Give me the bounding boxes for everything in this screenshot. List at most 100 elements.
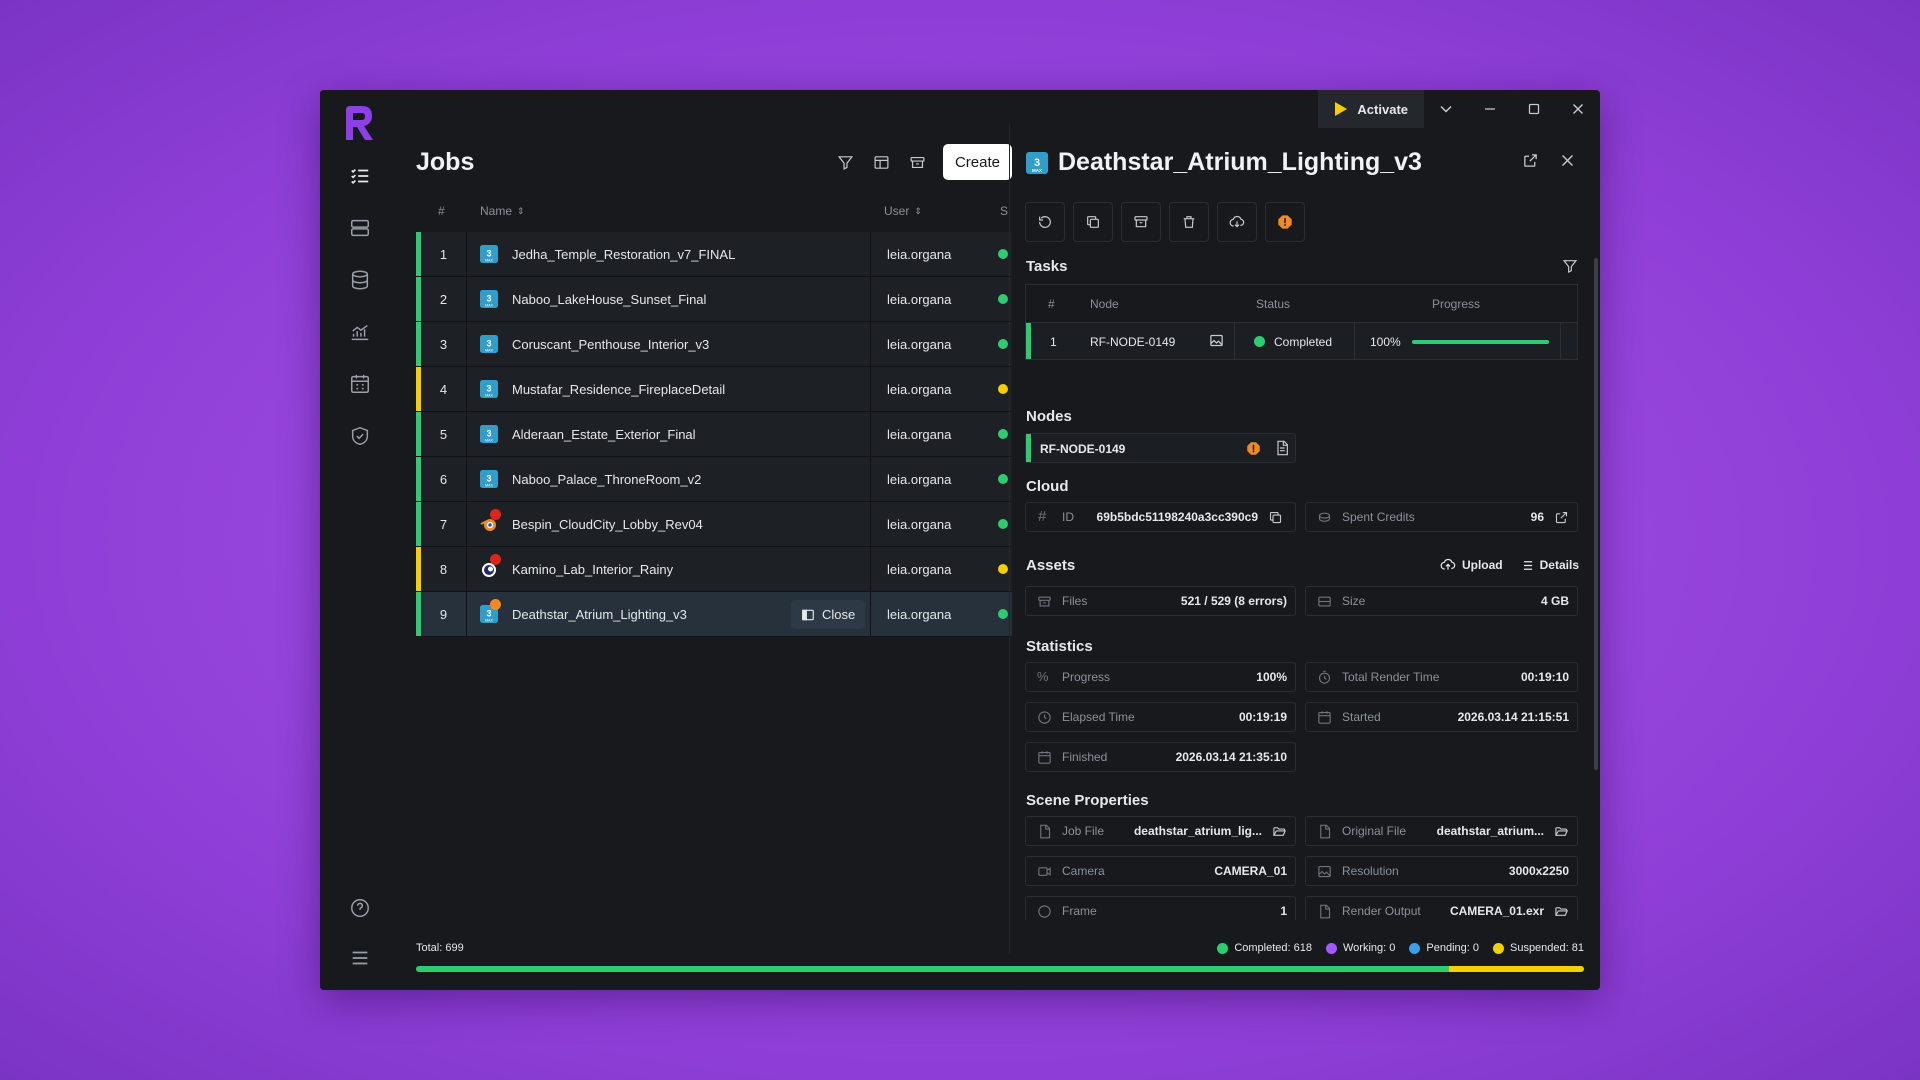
resolution-key: Resolution xyxy=(1342,864,1399,878)
row-user: leia.organa xyxy=(870,502,1012,546)
list-icon xyxy=(1520,560,1532,570)
help-icon[interactable] xyxy=(348,896,372,920)
camera-value: CAMERA_01 xyxy=(1214,864,1287,878)
jobs-icon[interactable] xyxy=(348,164,372,188)
cloud-download-icon[interactable] xyxy=(1217,202,1257,242)
resolution-value: 3000x2250 xyxy=(1508,864,1569,878)
chevron-down-icon[interactable] xyxy=(1424,90,1468,128)
menu-icon[interactable] xyxy=(348,946,372,970)
row-number: 9 xyxy=(421,592,467,636)
size-field: Size 4 GB xyxy=(1305,586,1578,616)
duplicate-icon[interactable] xyxy=(1073,202,1113,242)
maximize-button[interactable] xyxy=(1512,90,1556,128)
restart-icon[interactable] xyxy=(1025,202,1065,242)
3ds-max-icon: 3MAX xyxy=(480,599,501,623)
tasks-col-status: Status xyxy=(1256,297,1291,311)
row-user: leia.organa xyxy=(870,457,1012,501)
calendar-icon[interactable] xyxy=(348,372,372,396)
warning-icon[interactable] xyxy=(1265,202,1305,242)
camera-key: Camera xyxy=(1062,864,1105,878)
node-chip[interactable]: RF-NODE-0149 xyxy=(1025,433,1296,463)
log-file-icon[interactable] xyxy=(1274,440,1290,456)
finished-key: Finished xyxy=(1062,750,1108,764)
close-button[interactable]: Close xyxy=(791,600,866,629)
create-button[interactable]: Create xyxy=(942,144,1012,180)
details-button[interactable]: Details xyxy=(1519,557,1579,573)
minimize-button[interactable] xyxy=(1468,90,1512,128)
started-value: 2026.03.14 21:15:51 xyxy=(1457,710,1569,724)
detail-scrollbar[interactable] xyxy=(1594,258,1598,770)
svg-text:3: 3 xyxy=(486,429,491,439)
activate-button[interactable]: Activate xyxy=(1318,90,1424,128)
upload-label: Upload xyxy=(1461,558,1503,572)
table-row[interactable]: 4 3 MAX Mustafar_Residence_FireplaceDetail l… xyxy=(416,367,1012,412)
close-panel-icon[interactable] xyxy=(1559,152,1576,174)
database-icon[interactable] xyxy=(348,268,372,292)
task-progress-bar xyxy=(1412,340,1549,344)
task-row[interactable]: 1 RF-NODE-0149 Completed 100% xyxy=(1025,322,1578,360)
image-icon[interactable] xyxy=(1209,333,1224,351)
row-name: Alderaan_Estate_Exterior_Final xyxy=(512,426,696,442)
row-user: leia.organa xyxy=(870,547,1012,591)
row-name: Mustafar_Residence_FireplaceDetail xyxy=(512,381,726,397)
folder-open-icon[interactable] xyxy=(1272,824,1287,839)
svg-text:MAX: MAX xyxy=(485,258,493,262)
svg-text:3: 3 xyxy=(486,249,491,259)
pending-label: Pending: 0 xyxy=(1426,942,1479,954)
row-status-dot xyxy=(998,384,1008,394)
filter-icon[interactable] xyxy=(831,147,861,177)
job-file-value: deathstar_atrium_lig... xyxy=(1133,824,1262,838)
tasks-col-progress: Progress xyxy=(1432,297,1481,311)
row-number: 3 xyxy=(421,322,467,366)
details-label: Details xyxy=(1539,558,1579,572)
row-number: 6 xyxy=(421,457,467,501)
row-name: Deathstar_Atrium_Lighting_v3 xyxy=(512,606,687,622)
trash-icon[interactable] xyxy=(1169,202,1209,242)
table-row[interactable]: 7 Bespin_CloudCity_Lobby_Rev04 leia.organa xyxy=(416,502,1012,547)
table-row[interactable]: 6 3 MAX Naboo_Palace_ThroneRoom_v2 leia.orga… xyxy=(416,457,1012,502)
upload-button[interactable]: Upload xyxy=(1440,557,1503,573)
tasks-filter-icon[interactable] xyxy=(1562,258,1578,279)
cloud-id-value: 69b5bdc51198240a3cc390c9 xyxy=(1096,510,1258,524)
table-row[interactable]: 5 3 MAX Alderaan_Estate_Exterior_Final leia.… xyxy=(416,412,1012,457)
table-row[interactable]: 2 3 MAX Naboo_LakeHouse_Sunset_Final leia.or… xyxy=(416,277,1012,322)
table-row[interactable]: 1 3 MAX Jedha_Temple_Restoration_v7_FINAL le… xyxy=(416,232,1012,277)
table-row[interactable]: 8 Kamino_Lab_Interior_Rainy leia.organa xyxy=(416,547,1012,592)
col-user-label: User xyxy=(884,204,910,218)
finished-field: Finished 2026.03.14 21:35:10 xyxy=(1025,742,1296,772)
analytics-icon[interactable] xyxy=(348,320,372,344)
svg-text:3: 3 xyxy=(486,339,491,349)
elapsed-value: 00:19:19 xyxy=(1238,710,1287,724)
table-row[interactable]: 9 3 MAX Deathstar_Atrium_Lighting_v3 Close le… xyxy=(416,592,1012,637)
copy-icon[interactable] xyxy=(1268,510,1283,525)
timer-icon xyxy=(1317,670,1332,685)
open-external-icon[interactable] xyxy=(1522,152,1539,174)
overall-progress-bar xyxy=(416,966,1584,972)
row-name: Naboo_Palace_ThroneRoom_v2 xyxy=(512,471,702,487)
progress-segment-completed xyxy=(416,966,1449,972)
shield-icon[interactable] xyxy=(348,424,372,448)
progress-field: % Progress 100% xyxy=(1025,662,1296,692)
task-progress-text: 100% xyxy=(1370,335,1401,349)
col-name[interactable]: Name ⇕ xyxy=(480,204,525,218)
task-num: 1 xyxy=(1050,335,1057,349)
row-user: leia.organa xyxy=(870,232,1012,276)
columns-icon[interactable] xyxy=(867,147,897,177)
row-status-dot xyxy=(998,474,1008,484)
folder-open-icon[interactable] xyxy=(1554,824,1569,839)
jobs-table-body: 1 3 MAX Jedha_Temple_Restoration_v7_FINAL le… xyxy=(416,232,1012,637)
scene-properties-heading: Scene Properties xyxy=(1026,792,1149,809)
col-user[interactable]: User ⇕ xyxy=(884,204,922,218)
archive-icon[interactable] xyxy=(1121,202,1161,242)
table-row[interactable]: 3 3 MAX Coruscant_Penthouse_Interior_v3 leia… xyxy=(416,322,1012,367)
detail-scroll-area[interactable]: Tasks # Node Status Progress 1 RF-NODE-0… xyxy=(1010,192,1600,920)
node-name: RF-NODE-0149 xyxy=(1040,442,1126,456)
folder-open-icon[interactable] xyxy=(1554,904,1569,919)
open-external-icon[interactable] xyxy=(1554,510,1569,525)
archive-box-icon[interactable] xyxy=(903,147,933,177)
original-file-field: Original File deathstar_atrium... xyxy=(1305,816,1578,846)
close-window-button[interactable] xyxy=(1556,90,1600,128)
servers-icon[interactable] xyxy=(348,216,372,240)
row-name: Kamino_Lab_Interior_Rainy xyxy=(512,561,674,577)
3ds-max-icon: 3MAX xyxy=(480,245,498,263)
